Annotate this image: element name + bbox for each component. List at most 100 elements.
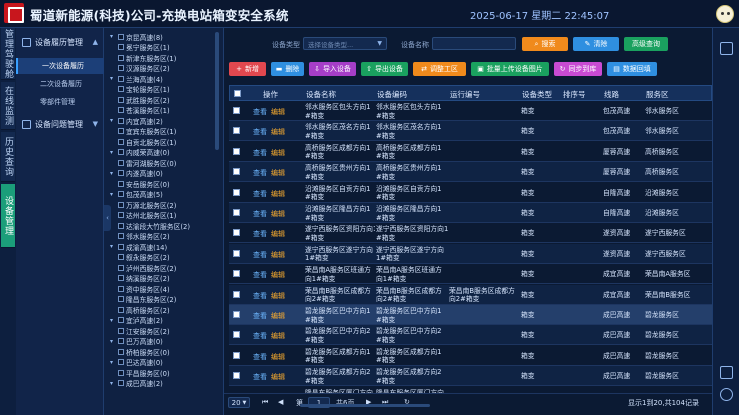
view-link[interactable]: 查看: [253, 311, 267, 321]
view-link[interactable]: 查看: [253, 148, 267, 158]
chevron-down-icon[interactable]: ▾: [110, 75, 116, 82]
tree-node-highway[interactable]: ▾ 宜泸高速(2): [110, 316, 163, 326]
tree-node-service-area[interactable]: 纳溪服务区(2): [118, 274, 170, 283]
tree-checkbox[interactable]: [118, 117, 124, 124]
tree-checkbox[interactable]: [118, 212, 124, 218]
tree-checkbox[interactable]: [118, 359, 124, 365]
row-checkbox[interactable]: [233, 249, 240, 257]
tree-checkbox[interactable]: [118, 380, 124, 386]
tree-node-service-area[interactable]: 邻水服务区(2): [118, 232, 170, 241]
view-link[interactable]: 查看: [253, 209, 267, 219]
tree-node-highway[interactable]: ▾ 包茂高速(5): [110, 190, 163, 200]
row-checkbox[interactable]: [233, 311, 240, 318]
edit-link[interactable]: 编辑: [271, 229, 285, 239]
tree-node-service-area[interactable]: 宜宾东服务区(1): [118, 127, 176, 136]
tree-checkbox[interactable]: [118, 159, 124, 166]
row-checkbox[interactable]: [233, 107, 240, 114]
table-row[interactable]: 查看 编辑 遂宁西服务区资阳方向1 #箱变 遂宁西服务区资阳方向1 #箱变 箱变 遂资高速 遂宁…: [229, 223, 712, 244]
advanced-search-button[interactable]: 高级查询: [624, 37, 668, 51]
edit-link[interactable]: 编辑: [271, 107, 285, 117]
tree-node-highway[interactable]: ▾ 巴达高速(0): [110, 358, 163, 368]
tree-checkbox[interactable]: [118, 233, 124, 239]
tree-node-service-area[interactable]: 宝轮服务区(1): [118, 85, 170, 94]
tree-checkbox[interactable]: [118, 33, 124, 40]
row-checkbox[interactable]: [233, 229, 240, 237]
table-row[interactable]: 查看 编辑 荣昌南B服务区成都方 向2#箱变 荣昌南B服务区成都方 向2#箱变 荣昌南B服务…: [229, 284, 712, 305]
chevron-down-icon[interactable]: ▾: [110, 191, 116, 198]
tree-node-service-area[interactable]: 平昌服务区(0): [118, 368, 170, 378]
tree-node-service-area[interactable]: 新津东服务区(1): [118, 53, 176, 63]
add-button[interactable]: + 新增: [229, 62, 266, 76]
chevron-down-icon[interactable]: ▾: [110, 170, 116, 177]
collapse-tree-handle[interactable]: ‹: [104, 205, 111, 231]
select-all-checkbox[interactable]: [234, 90, 241, 97]
tree-checkbox[interactable]: [118, 128, 124, 134]
view-link[interactable]: 查看: [253, 352, 267, 362]
tree-node-highway[interactable]: ▾ 内宜高速(2): [110, 116, 163, 126]
chevron-down-icon[interactable]: ▾: [110, 359, 116, 366]
tree-node-service-area[interactable]: 达州北服务区(1): [118, 211, 176, 220]
edit-link[interactable]: 编辑: [271, 311, 285, 321]
tree-node-service-area[interactable]: 江安服务区(2): [118, 326, 170, 336]
table-row[interactable]: 查看 编辑 高桥服务区贵州方向1 #箱变 高桥服务区贵州方向1 #箱变 箱变 厦蓉高速 高桥服务…: [229, 162, 712, 183]
tree-checkbox[interactable]: [118, 243, 124, 250]
table-row[interactable]: 查看 编辑 沿滩服务区隆昌方向1 #箱变 沿滩服务区隆昌方向1 #箱变 箱变 自隆高速 沿滩服务…: [229, 203, 712, 223]
menu-item-secondary-device[interactable]: 二次设备履历: [16, 76, 104, 92]
chevron-down-icon[interactable]: ▾: [110, 117, 116, 124]
row-checkbox[interactable]: [233, 372, 240, 380]
horizontal-scrollbar[interactable]: [300, 404, 430, 407]
row-checkbox[interactable]: [233, 331, 240, 339]
chevron-down-icon[interactable]: ▾: [110, 338, 116, 345]
data-rollback-button[interactable]: ▤ 数据回填: [607, 62, 657, 76]
row-checkbox[interactable]: [233, 147, 240, 155]
tree-node-highway[interactable]: ▾ 成巴高速(2): [110, 379, 163, 389]
tree-node-service-area[interactable]: 达渝段大竹服务区(2): [118, 221, 190, 231]
tree-checkbox[interactable]: [118, 44, 124, 50]
tree-checkbox[interactable]: [118, 285, 124, 292]
table-row[interactable]: 查看 编辑 荣昌南A服务区班通方 向1#箱变 荣昌南A服务区班通方 向1#箱变 箱变 成宜高速…: [229, 264, 712, 285]
user-avatar[interactable]: [716, 5, 734, 23]
chevron-down-icon[interactable]: ▾: [110, 33, 116, 40]
tree-node-service-area[interactable]: 万源北服务区(2): [118, 200, 176, 210]
edit-link[interactable]: 编辑: [271, 127, 285, 137]
tree-checkbox[interactable]: [118, 317, 124, 323]
table-row[interactable]: 查看 编辑 沿滩服务区自贡方向1 #箱变 沿滩服务区自贡方向1 #箱变 箱变 自隆高速 沿滩服务…: [229, 183, 712, 203]
delete-button[interactable]: ▬ 删除: [271, 62, 304, 76]
table-row[interactable]: 查看 编辑 碧龙服务区成都方向2 #箱变 碧龙服务区成都方向2 #箱变 箱变 成巴高速 碧龙服务…: [229, 366, 712, 387]
edit-link[interactable]: 编辑: [271, 209, 285, 219]
adjust-area-button[interactable]: ⇄ 调整工区: [413, 62, 466, 76]
tree-node-service-area[interactable]: 雷河湖服务区(0): [118, 158, 176, 168]
tree-checkbox[interactable]: [118, 170, 124, 176]
first-page-icon[interactable]: ⏮: [262, 398, 268, 407]
view-link[interactable]: 查看: [253, 270, 267, 280]
clear-button[interactable]: ✎ 清除: [573, 37, 619, 51]
chevron-down-icon[interactable]: ▾: [110, 243, 116, 250]
fullscreen-icon[interactable]: [720, 366, 733, 379]
tree-checkbox[interactable]: [118, 86, 124, 92]
view-link[interactable]: 查看: [253, 331, 267, 341]
tree-node-service-area[interactable]: 泸州西服务区(2): [118, 263, 176, 273]
tree-checkbox[interactable]: [118, 191, 124, 197]
row-checkbox[interactable]: [233, 270, 240, 278]
view-link[interactable]: 查看: [253, 107, 267, 117]
vnav-tab-device[interactable]: 设备管理: [1, 184, 15, 248]
menu-item-primary-device[interactable]: 一次设备履历: [16, 58, 104, 74]
tree-node-service-area[interactable]: 苍溪服务区(1): [118, 106, 170, 115]
chevron-down-icon[interactable]: ▾: [110, 149, 116, 156]
tree-checkbox[interactable]: [118, 306, 124, 313]
batch-upload-button[interactable]: ▣ 批量上传设备图片: [471, 62, 549, 76]
view-link[interactable]: 查看: [253, 291, 267, 301]
view-link[interactable]: 查看: [253, 127, 267, 137]
view-link[interactable]: 查看: [253, 250, 267, 260]
tree-checkbox[interactable]: [118, 96, 124, 103]
tree-checkbox[interactable]: [118, 254, 124, 260]
sync-button[interactable]: ↻ 同步到库: [554, 62, 602, 76]
menu-group-device-issue[interactable]: 设备问题管理 ▼: [16, 114, 104, 134]
building-icon[interactable]: [720, 42, 733, 55]
row-checkbox[interactable]: [233, 168, 240, 176]
power-icon[interactable]: [720, 388, 733, 401]
table-row[interactable]: 查看 编辑 高桥服务区成都方向1 #箱变 高桥服务区成都方向1 #箱变 箱变 厦蓉高速 高桥服务…: [229, 142, 712, 162]
export-device-button[interactable]: ⇧ 导出设备: [361, 62, 408, 76]
tree-node-service-area[interactable]: 安岳服务区(0): [118, 179, 170, 189]
tree-checkbox[interactable]: [118, 75, 124, 82]
